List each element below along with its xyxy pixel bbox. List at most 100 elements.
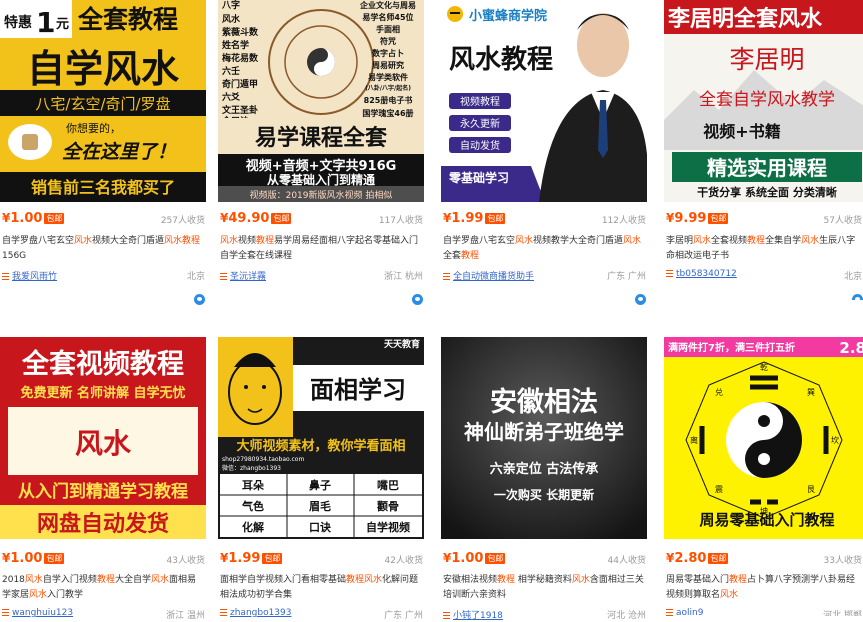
product-title[interactable]: 周易零基础入门教程占卜算八字预测学八卦易经视频则算取名风水 — [666, 573, 862, 603]
svg-text:气色: 气色 — [241, 499, 264, 513]
shop-row: 小钝了1918 河北 沧州 — [443, 608, 646, 622]
thumb-text: 大师视频素材，教你学看面相 — [236, 438, 405, 454]
shop-location: 广东 广州 — [384, 611, 423, 621]
thumb-text: 元 — [56, 17, 69, 32]
thumb-text: 安徽相法 — [490, 387, 598, 418]
shop-link[interactable]: tb058340712 — [666, 269, 737, 279]
shop-link[interactable]: 小钝了1918 — [443, 608, 503, 621]
sold-count: 42人收货 — [384, 556, 423, 566]
thumb-text: 你想要的， — [66, 121, 121, 135]
product-card[interactable]: 满两件打7折，满三件打五折 2.8 乾 兑 离 震 坤 艮 坎 巽 周易零基础入… — [664, 337, 863, 616]
thumb-text: 2.8 — [839, 339, 863, 357]
thumb-text: 六亲定位 古法传承 — [490, 461, 599, 477]
thumb-text: 风水 — [75, 427, 132, 460]
svg-text:周易研究: 周易研究 — [372, 60, 404, 70]
svg-text:姓名学: 姓名学 — [221, 39, 249, 51]
svg-text:化解: 化解 — [242, 520, 264, 534]
svg-text:震: 震 — [715, 485, 723, 494]
thumb-text: 全套自学风水教学 — [699, 90, 835, 110]
shop-location: 河北 沧州 — [607, 611, 646, 621]
shop-link[interactable]: 我爱风雨竹 — [2, 269, 57, 282]
thumb-text: 神仙断弟子班绝学 — [464, 420, 624, 444]
thumb-text: 天天教育 — [384, 338, 420, 350]
wangwang-chat-icon[interactable] — [635, 294, 646, 305]
svg-text:梅花易数: 梅花易数 — [222, 52, 259, 64]
shop-icon — [666, 609, 673, 616]
svg-text:奇门遁甲: 奇门遁甲 — [222, 78, 258, 90]
wangwang-chat-icon[interactable] — [412, 294, 423, 305]
thumb-text: 自学风水 — [27, 47, 180, 91]
product-title[interactable]: 李居明风水全套视频教程全集自学风水生辰八字命相改运电子书 — [666, 234, 862, 264]
product-title[interactable]: 自学罗盘八宅玄空风水视频大全奇门盾遁风水教程156G — [2, 234, 204, 264]
product-image[interactable]: 特惠 1 元 全套教程 自学风水 八宅/玄空/奇门/罗盘 你想要的， 全在这里了… — [0, 0, 206, 202]
product-card[interactable]: 全套视频教程 免费更新 名师讲解 自学无忧 风水 从入门到精通学习教程 网盘自动… — [0, 337, 206, 621]
shop-row: 全自动微商播货助手 广东 广州 — [443, 269, 646, 283]
shop-link[interactable]: wanghuiu123 — [2, 608, 73, 618]
free-shipping-badge: 包邮 — [271, 213, 292, 224]
thumb-text: 全在这里了！ — [62, 141, 176, 163]
svg-text:乾: 乾 — [760, 362, 768, 372]
thumb-text: 从零基础入门到精通 — [267, 172, 375, 187]
free-shipping-badge: 包邮 — [708, 213, 729, 224]
sold-count: 33人收货 — [823, 556, 862, 566]
thumb-text: 李居明全套风水 — [667, 6, 823, 32]
thumb-text: 精选实用课程 — [707, 156, 827, 180]
svg-text:微信：zhangbo1393: 微信：zhangbo1393 — [222, 464, 281, 472]
thumb-text: 网盘自动发货 — [37, 511, 169, 537]
product-image[interactable]: 李居明全套风水 李居明 全套自学风水教学 视频+书籍 精选实用课程 干货分享 系… — [664, 0, 863, 202]
svg-text:(八卦/八字/起名): (八卦/八字/起名) — [365, 84, 411, 92]
thumb-text: 小蜜蜂商学院 — [469, 8, 547, 24]
wangwang-chat-icon[interactable] — [852, 294, 863, 300]
product-title[interactable]: 2018风水自学入门视频教程大全自学风水面相易学家居风水入门教学 — [2, 573, 204, 603]
thumb-watermark: 视频版：2019新版风水视频 拍相似 — [250, 189, 393, 201]
product-image[interactable]: 安徽相法 神仙断弟子班绝学 六亲定位 古法传承 一次购买 长期更新 — [441, 337, 647, 539]
product-image[interactable]: 天天教育 面相学习 大师视频素材，教你学看面相 shop27980934.tao… — [218, 337, 424, 539]
shop-icon — [443, 273, 450, 280]
price: ¥1.99 包邮 — [443, 211, 506, 226]
shop-link[interactable]: 圣沅详霧 — [220, 269, 266, 282]
price: ¥2.80 包邮 — [666, 551, 729, 566]
free-shipping-badge: 包邮 — [485, 213, 506, 224]
thumb-text: 1 — [36, 6, 55, 39]
shop-location: 浙江 温州 — [166, 611, 205, 621]
product-card[interactable]: 天天教育 面相学习 大师视频素材，教你学看面相 shop27980934.tao… — [218, 337, 424, 621]
thumb-text: 视频+书籍 — [703, 122, 780, 141]
shop-row: wanghuiu123 浙江 温州 — [2, 608, 205, 622]
thumb-text: 周易零基础入门教程 — [699, 511, 834, 529]
thumb-text: 免费更新 名师讲解 自学无忧 — [20, 385, 185, 401]
product-card[interactable]: 李居明全套风水 李居明 全套自学风水教学 视频+书籍 精选实用课程 干货分享 系… — [664, 0, 863, 300]
shop-location: 北京 — [843, 272, 862, 282]
product-card[interactable]: 特惠 1 元 全套教程 自学风水 八宅/玄空/奇门/罗盘 你想要的， 全在这里了… — [0, 0, 206, 305]
shop-icon — [666, 270, 673, 277]
product-title[interactable]: 面相学自学视频入门看相零基础教程风水化解问题相法成功初学合集 — [220, 573, 422, 603]
svg-text:颧骨: 颧骨 — [377, 499, 399, 513]
shop-icon — [2, 273, 9, 280]
product-image[interactable]: 小蜜蜂商学院 风水教程 视频教程 永久更新 自动发货 零基础学习 — [441, 0, 647, 202]
shop-icon — [220, 609, 227, 616]
wangwang-chat-icon[interactable] — [194, 294, 205, 305]
thumb-text: 销售前三名我都买了 — [31, 178, 175, 197]
shop-link[interactable]: 全自动微商播货助手 — [443, 269, 534, 282]
svg-text:视频教程: 视频教程 — [460, 95, 500, 108]
shop-location: 北京 — [186, 272, 205, 282]
price-row: ¥1.00 包邮 257人收货 — [2, 211, 205, 227]
product-title[interactable]: 安徽相法视频教程 相学秘籍资料风水含面相过三关培训断六亲资料 — [443, 573, 645, 603]
shop-link[interactable]: zhangbo1393 — [220, 608, 291, 618]
product-card[interactable]: 八字 风水 紫薇斗数 姓名学 梅花易数 六壬 奇门遁甲 六爻 文王圣卦 金口诀 … — [218, 0, 424, 305]
product-image[interactable]: 全套视频教程 免费更新 名师讲解 自学无忧 风水 从入门到精通学习教程 网盘自动… — [0, 337, 206, 539]
shop-link[interactable]: aolin9 — [666, 608, 703, 616]
svg-text:自动发货: 自动发货 — [460, 139, 500, 152]
product-title[interactable]: 风水视频教程易学周易经面相八字起名零基础入门自学全套在线课程 — [220, 234, 422, 264]
free-shipping-badge: 包邮 — [485, 553, 506, 564]
svg-text:易学名师45位: 易学名师45位 — [362, 12, 413, 22]
product-image[interactable]: 八字 风水 紫薇斗数 姓名学 梅花易数 六壬 奇门遁甲 六爻 文王圣卦 金口诀 … — [218, 0, 424, 202]
product-image[interactable]: 满两件打7折，满三件打五折 2.8 乾 兑 离 震 坤 艮 坎 巽 周易零基础入… — [664, 337, 863, 539]
svg-text:口诀: 口诀 — [309, 520, 332, 534]
product-card[interactable]: 安徽相法 神仙断弟子班绝学 六亲定位 古法传承 一次购买 长期更新 ¥1.00 包… — [441, 337, 647, 621]
sold-count: 117人收货 — [378, 216, 423, 226]
product-card[interactable]: 小蜜蜂商学院 风水教程 视频教程 永久更新 自动发货 零基础学习 ¥1.99 包邮… — [441, 0, 647, 305]
product-title[interactable]: 自学罗盘八宅玄空风水视频教学大全奇门盾遁风水全套教程 — [443, 234, 645, 264]
svg-text:shop27980934.taobao.com: shop27980934.taobao.com — [222, 456, 304, 463]
price: ¥1.00 包邮 — [2, 551, 65, 566]
svg-text:手面相: 手面相 — [376, 24, 400, 34]
